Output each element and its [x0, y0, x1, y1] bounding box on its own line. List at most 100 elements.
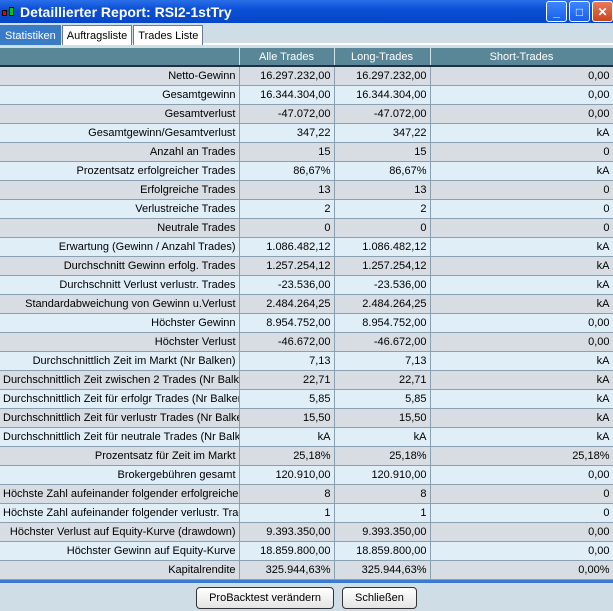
- all-trades-value: 15,50: [239, 407, 335, 428]
- all-trades-value: 15: [239, 141, 335, 162]
- all-trades-value: 7,13: [239, 350, 335, 371]
- short-trades-value: 0,00: [430, 540, 613, 561]
- all-trades-value: 1.257.254,12: [239, 255, 335, 276]
- long-trades-value: 347,22: [334, 122, 431, 143]
- short-trades-value: 0,00: [430, 464, 613, 485]
- all-trades-value: -47.072,00: [239, 103, 335, 124]
- table-row: Netto-Gewinn 16.297.232,00 16.297.232,00 0,…: [0, 65, 613, 86]
- short-trades-value: kA: [430, 293, 613, 314]
- short-trades-value: 0: [430, 502, 613, 523]
- long-trades-value: 120.910,00: [334, 464, 431, 485]
- table-row: Höchste Zahl aufeinander folgender erfol…: [0, 483, 613, 504]
- metric-label: Prozentsatz erfolgreicher Trades: [0, 160, 240, 181]
- long-trades-value: 18.859.800,00: [334, 540, 431, 561]
- short-trades-value: kA: [430, 236, 613, 257]
- all-trades-value: 120.910,00: [239, 464, 335, 485]
- long-trades-value: 5,85: [334, 388, 431, 409]
- modify-probacktest-button[interactable]: ProBacktest verändern: [196, 587, 334, 609]
- tab-trades-liste[interactable]: Trades Liste: [133, 25, 204, 45]
- long-trades-value: -47.072,00: [334, 103, 431, 124]
- short-trades-value: 0,00: [430, 103, 613, 124]
- close-dialog-button[interactable]: Schließen: [341, 587, 417, 609]
- metric-label: Durchschnittlich Zeit im Markt (Nr Balke…: [0, 350, 240, 371]
- header-short-trades[interactable]: Short-Trades: [430, 48, 613, 66]
- table-row: Höchster Verlust -46.672,00 -46.672,00 0,00: [0, 331, 613, 352]
- table-row: Durchschnittlich Zeit im Markt (Nr Balke…: [0, 350, 613, 371]
- short-trades-value: kA: [430, 388, 613, 409]
- short-trades-value: kA: [430, 350, 613, 371]
- tab-auftragsliste[interactable]: Auftragsliste: [61, 25, 133, 45]
- metric-label: Anzahl an Trades: [0, 141, 240, 162]
- all-trades-value: 1: [239, 502, 335, 523]
- long-trades-value: 2.484.264,25: [334, 293, 431, 314]
- table-row: Höchste Zahl aufeinander folgender verlu…: [0, 502, 613, 523]
- short-trades-value: 0,00: [430, 521, 613, 542]
- table-row: Gesamtgewinn 16.344.304,00 16.344.304,00 0,…: [0, 84, 613, 105]
- table-row: Höchster Gewinn auf Equity-Kurve 18.859.8…: [0, 540, 613, 561]
- long-trades-value: 86,67%: [334, 160, 431, 181]
- long-trades-value: 22,71: [334, 369, 431, 390]
- table-row: Standardabweichung von Gewinn u.Verlust 2…: [0, 293, 613, 314]
- window-title: Detaillierter Report: RSI2-1stTry: [20, 3, 232, 20]
- short-trades-value: kA: [430, 160, 613, 181]
- short-trades-value: 0: [430, 179, 613, 200]
- table-row: Kapitalrendite 325.944,63% 325.944,63% 0,00…: [0, 559, 613, 580]
- all-trades-value: 22,71: [239, 369, 335, 390]
- table-row: Durchschnitt Verlust verlustr. Trades -23…: [0, 274, 613, 295]
- table-row: Durchschnittlich Zeit für erfolgr Trades…: [0, 388, 613, 409]
- header-label: [0, 48, 240, 66]
- long-trades-value: 13: [334, 179, 431, 200]
- metric-label: Erwartung (Gewinn / Anzahl Trades): [0, 236, 240, 257]
- metric-label: Brokergebühren gesamt: [0, 464, 240, 485]
- minimize-button[interactable]: _: [546, 1, 567, 22]
- close-button[interactable]: ✕: [592, 1, 613, 22]
- long-trades-value: 325.944,63%: [334, 559, 431, 580]
- metric-label: Durchschnitt Gewinn erfolg. Trades: [0, 255, 240, 276]
- short-trades-value: 0: [430, 483, 613, 504]
- metric-label: Durchschnittlich Zeit für neutrale Trade…: [0, 426, 240, 447]
- all-trades-value: -23.536,00: [239, 274, 335, 295]
- metric-label: Netto-Gewinn: [0, 65, 240, 86]
- all-trades-value: kA: [239, 426, 335, 447]
- long-trades-value: 0: [334, 217, 431, 238]
- all-trades-value: 1.086.482,12: [239, 236, 335, 257]
- long-trades-value: 1.086.482,12: [334, 236, 431, 257]
- short-trades-value: kA: [430, 369, 613, 390]
- all-trades-value: 13: [239, 179, 335, 200]
- tab-statistiken[interactable]: Statistiken: [0, 25, 61, 45]
- table-row: Durchschnittlich Zeit für neutrale Trade…: [0, 426, 613, 447]
- metric-label: Durchschnittlich Zeit für verlustr Trade…: [0, 407, 240, 428]
- table-row: Anzahl an Trades 15 15 0: [0, 141, 613, 162]
- maximize-button[interactable]: □: [569, 1, 590, 22]
- all-trades-value: 347,22: [239, 122, 335, 143]
- long-trades-value: 1.257.254,12: [334, 255, 431, 276]
- all-trades-value: 18.859.800,00: [239, 540, 335, 561]
- long-trades-value: 16.297.232,00: [334, 65, 431, 86]
- long-trades-value: 7,13: [334, 350, 431, 371]
- long-trades-value: 9.393.350,00: [334, 521, 431, 542]
- all-trades-value: 8.954.752,00: [239, 312, 335, 333]
- header-all-trades[interactable]: Alle Trades: [239, 48, 335, 66]
- all-trades-value: 16.344.304,00: [239, 84, 335, 105]
- long-trades-value: 25,18%: [334, 445, 431, 466]
- metric-label: Kapitalrendite: [0, 559, 240, 580]
- table-row: Erwartung (Gewinn / Anzahl Trades) 1.086.…: [0, 236, 613, 257]
- long-trades-value: 16.344.304,00: [334, 84, 431, 105]
- tab-bar: Statistiken Auftragsliste Trades Liste: [0, 25, 613, 45]
- all-trades-value: 2: [239, 198, 335, 219]
- short-trades-value: kA: [430, 407, 613, 428]
- header-long-trades[interactable]: Long-Trades: [334, 48, 431, 66]
- table-row: Durchschnittlich Zeit für verlustr Trade…: [0, 407, 613, 428]
- metric-label: Höchste Zahl aufeinander folgender verlu…: [0, 502, 240, 523]
- metric-label: Prozentsatz für Zeit im Markt: [0, 445, 240, 466]
- short-trades-value: 0: [430, 141, 613, 162]
- title-bar[interactable]: Detaillierter Report: RSI2-1stTry _ □ ✕: [0, 0, 613, 23]
- long-trades-value: 15: [334, 141, 431, 162]
- metric-label: Gesamtgewinn/Gesamtverlust: [0, 122, 240, 143]
- short-trades-value: kA: [430, 255, 613, 276]
- table-row: Verlustreiche Trades 2 2 0: [0, 198, 613, 219]
- all-trades-value: 0: [239, 217, 335, 238]
- metric-label: Durchschnittlich Zeit für erfolgr Trades…: [0, 388, 240, 409]
- all-trades-value: 25,18%: [239, 445, 335, 466]
- table-row: Höchster Gewinn 8.954.752,00 8.954.752,00 0…: [0, 312, 613, 333]
